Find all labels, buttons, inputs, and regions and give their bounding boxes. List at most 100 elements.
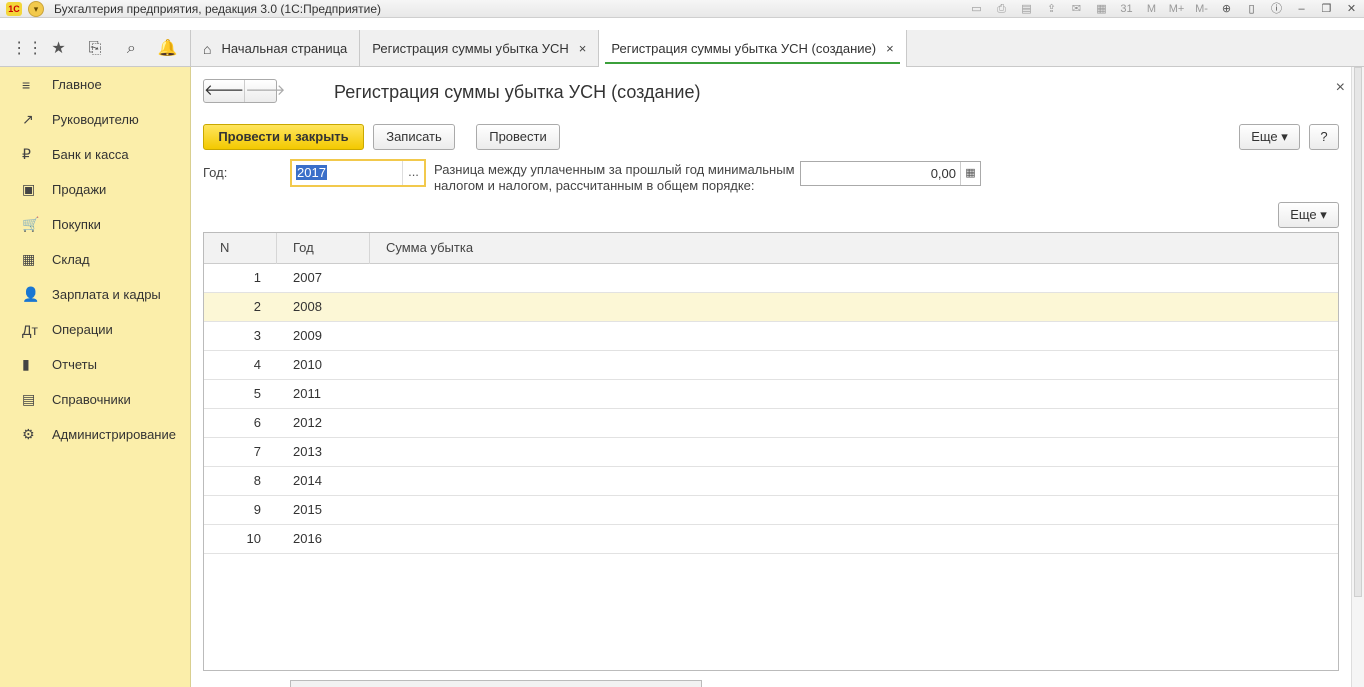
table-cell-n[interactable]: 6 [204, 409, 277, 437]
favorites-star-icon[interactable]: ★ [48, 38, 70, 60]
zoom-icon[interactable]: ⊕ [1214, 1, 1239, 17]
sidebar-item-6[interactable]: 👤 Зарплата и кадры [0, 277, 190, 312]
column-header-n[interactable]: N [204, 233, 277, 264]
forward-arrow-icon[interactable]: 🡒 [244, 80, 285, 102]
more-button[interactable]: Еще ▾ [1239, 124, 1300, 150]
history-icon[interactable]: ⎘ [84, 38, 106, 60]
table-cell-sum[interactable] [370, 322, 1338, 350]
post-and-close-button[interactable]: Провести и закрыть [203, 124, 364, 150]
table-cell-sum[interactable] [370, 467, 1338, 495]
table-cell-year[interactable]: 2014 [277, 467, 370, 495]
table-cell-n[interactable]: 8 [204, 467, 277, 495]
tab-loss-registration[interactable]: Регистрация суммы убытка УСН × [360, 30, 600, 67]
table-row[interactable]: 1 2007 [204, 264, 1338, 293]
sidebar-item-label: Отчеты [52, 357, 97, 372]
upload-icon[interactable]: ⇪ [1039, 1, 1064, 17]
search-icon[interactable]: ⌕ [120, 38, 142, 60]
tab-loss-registration-create[interactable]: Регистрация суммы убытка УСН (создание) … [599, 30, 907, 67]
scroll-thumb[interactable] [1354, 67, 1362, 597]
close-tab-icon[interactable]: × [886, 41, 894, 56]
table-cell-year[interactable]: 2011 [277, 380, 370, 408]
calculator-icon[interactable]: ▦ [1089, 1, 1114, 17]
sidebar-item-4[interactable]: 🛒 Покупки [0, 207, 190, 242]
table-cell-sum[interactable] [370, 438, 1338, 466]
year-input[interactable]: 2017 ... [290, 159, 426, 187]
table-row[interactable]: 5 2011 [204, 380, 1338, 409]
mplus-icon[interactable]: M+ [1164, 1, 1189, 17]
table-row[interactable]: 8 2014 [204, 467, 1338, 496]
sidebar-item-5[interactable]: ▦ Склад [0, 242, 190, 277]
column-header-year[interactable]: Год [277, 233, 370, 264]
table-row[interactable]: 4 2010 [204, 351, 1338, 380]
main-menu-button[interactable]: ▾ [28, 0, 44, 17]
difference-value[interactable]: 0,00 [801, 162, 960, 185]
mail-icon[interactable]: ✉ [1064, 1, 1089, 17]
calendar-icon[interactable]: 31 [1114, 1, 1139, 17]
help-button[interactable]: ? [1309, 124, 1339, 150]
calculator-icon[interactable]: ▦ [960, 162, 980, 185]
table-cell-year[interactable]: 2015 [277, 496, 370, 524]
print-icon[interactable]: ⎙ [989, 1, 1014, 17]
vertical-scrollbar[interactable] [1351, 67, 1364, 687]
sidebar-item-7[interactable]: Дт Операции [0, 312, 190, 347]
table-row[interactable]: 10 2016 [204, 525, 1338, 554]
table-row[interactable]: 3 2009 [204, 322, 1338, 351]
mminus-icon[interactable]: M- [1189, 1, 1214, 17]
column-header-loss-sum[interactable]: Сумма убытка [370, 233, 1338, 264]
table-cell-n[interactable]: 5 [204, 380, 277, 408]
restore-icon[interactable]: ❐ [1314, 1, 1339, 17]
notifications-bell-icon[interactable]: 🔔 [157, 38, 179, 60]
year-select-button[interactable]: ... [402, 161, 424, 185]
back-arrow-icon[interactable]: 🡐 [204, 80, 244, 102]
table-cell-year[interactable]: 2008 [277, 293, 370, 321]
minimize-icon[interactable]: – [1289, 1, 1314, 17]
difference-input[interactable]: 0,00 ▦ [800, 161, 981, 186]
close-form-icon[interactable]: × [1336, 79, 1345, 97]
sidebar-item-2[interactable]: ₽ Банк и касса [0, 137, 190, 172]
horizontal-scrollbar[interactable] [290, 680, 702, 687]
table-cell-sum[interactable] [370, 496, 1338, 524]
post-button[interactable]: Провести [476, 124, 560, 150]
info-icon[interactable]: ⓘ [1264, 1, 1289, 17]
table-more-button[interactable]: Еще ▾ [1278, 202, 1339, 228]
sidebar-item-1[interactable]: ↗ Руководителю [0, 102, 190, 137]
table-row[interactable]: 7 2013 [204, 438, 1338, 467]
table-cell-year[interactable]: 2010 [277, 351, 370, 379]
close-tab-icon[interactable]: × [579, 41, 587, 56]
sidebar-item-0[interactable]: ≡ Главное [0, 67, 190, 102]
save-button[interactable]: Записать [373, 124, 455, 150]
table-cell-sum[interactable] [370, 380, 1338, 408]
table-cell-n[interactable]: 10 [204, 525, 277, 553]
preview-icon[interactable]: ▤ [1014, 1, 1039, 17]
panel-icon[interactable]: ▯ [1239, 1, 1264, 17]
sidebar-item-8[interactable]: ▮ Отчеты [0, 347, 190, 382]
sidebar-item-9[interactable]: ▤ Справочники [0, 382, 190, 417]
table-cell-n[interactable]: 2 [204, 293, 277, 321]
apps-grid-icon[interactable]: ⋮⋮ [11, 38, 43, 60]
table-cell-sum[interactable] [370, 351, 1338, 379]
sidebar-item-10[interactable]: ⚙ Администрирование [0, 417, 190, 452]
table-cell-year[interactable]: 2012 [277, 409, 370, 437]
m-icon[interactable]: M [1139, 1, 1164, 17]
save-icon[interactable]: ▭ [964, 1, 989, 17]
table-cell-year[interactable]: 2013 [277, 438, 370, 466]
sidebar-item-3[interactable]: ▣ Продажи [0, 172, 190, 207]
table-row[interactable]: 6 2012 [204, 409, 1338, 438]
table-cell-year[interactable]: 2009 [277, 322, 370, 350]
year-value[interactable]: 2017 [296, 165, 327, 180]
table-cell-n[interactable]: 7 [204, 438, 277, 466]
table-cell-sum[interactable] [370, 525, 1338, 553]
table-cell-sum[interactable] [370, 409, 1338, 437]
table-cell-year[interactable]: 2016 [277, 525, 370, 553]
close-icon[interactable]: ✕ [1339, 1, 1364, 17]
tab-home[interactable]: ⌂ Начальная страница [191, 30, 361, 67]
table-row[interactable]: 2 2008 [204, 293, 1338, 322]
table-cell-n[interactable]: 4 [204, 351, 277, 379]
table-cell-sum[interactable] [370, 293, 1338, 321]
table-cell-n[interactable]: 9 [204, 496, 277, 524]
table-cell-n[interactable]: 1 [204, 264, 277, 292]
table-row[interactable]: 9 2015 [204, 496, 1338, 525]
table-cell-sum[interactable] [370, 264, 1338, 292]
table-cell-n[interactable]: 3 [204, 322, 277, 350]
table-cell-year[interactable]: 2007 [277, 264, 370, 292]
